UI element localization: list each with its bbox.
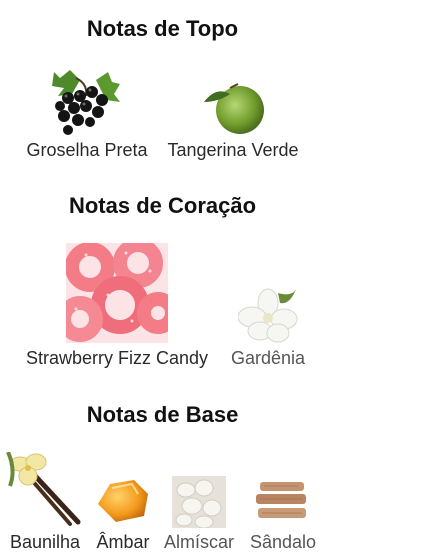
note-label: Gardênia — [230, 348, 306, 368]
gardenia-icon — [237, 287, 298, 343]
note-label: Baunilha — [9, 532, 81, 552]
note-groselha-preta: Groselha Preta — [14, 140, 160, 161]
green-tangerine-icon — [202, 80, 264, 136]
sandalwood-icon — [254, 478, 310, 526]
blackcurrant-icon — [50, 66, 122, 138]
note-label: Tangerina Verde — [167, 140, 299, 160]
note-label: Almíscar — [163, 532, 234, 552]
note-gardenia: Gardênia — [222, 348, 314, 369]
strawberry-candy-icon — [57, 238, 179, 343]
amber-icon — [94, 474, 152, 526]
section-title-heart-notes: Notas de Coração — [68, 193, 257, 218]
musk-icon — [172, 476, 226, 529]
section-title-top-notes: Notas de Topo — [86, 16, 239, 41]
note-label: Strawberry Fizz Candy — [25, 348, 209, 368]
note-strawberry-fizz-candy: Strawberry Fizz Candy — [12, 348, 222, 369]
note-tangerina-verde: Tangerina Verde — [160, 140, 306, 161]
note-ambar: Âmbar — [88, 532, 158, 553]
section-title-base-notes: Notas de Base — [86, 402, 239, 427]
note-label: Âmbar — [96, 532, 150, 552]
note-label: Sândalo — [249, 532, 317, 552]
note-sandalo: Sândalo — [240, 532, 326, 553]
vanilla-icon — [6, 451, 84, 526]
note-baunilha: Baunilha — [2, 532, 88, 553]
note-label: Groselha Preta — [26, 140, 148, 160]
note-almiscar: Almíscar — [158, 532, 240, 553]
